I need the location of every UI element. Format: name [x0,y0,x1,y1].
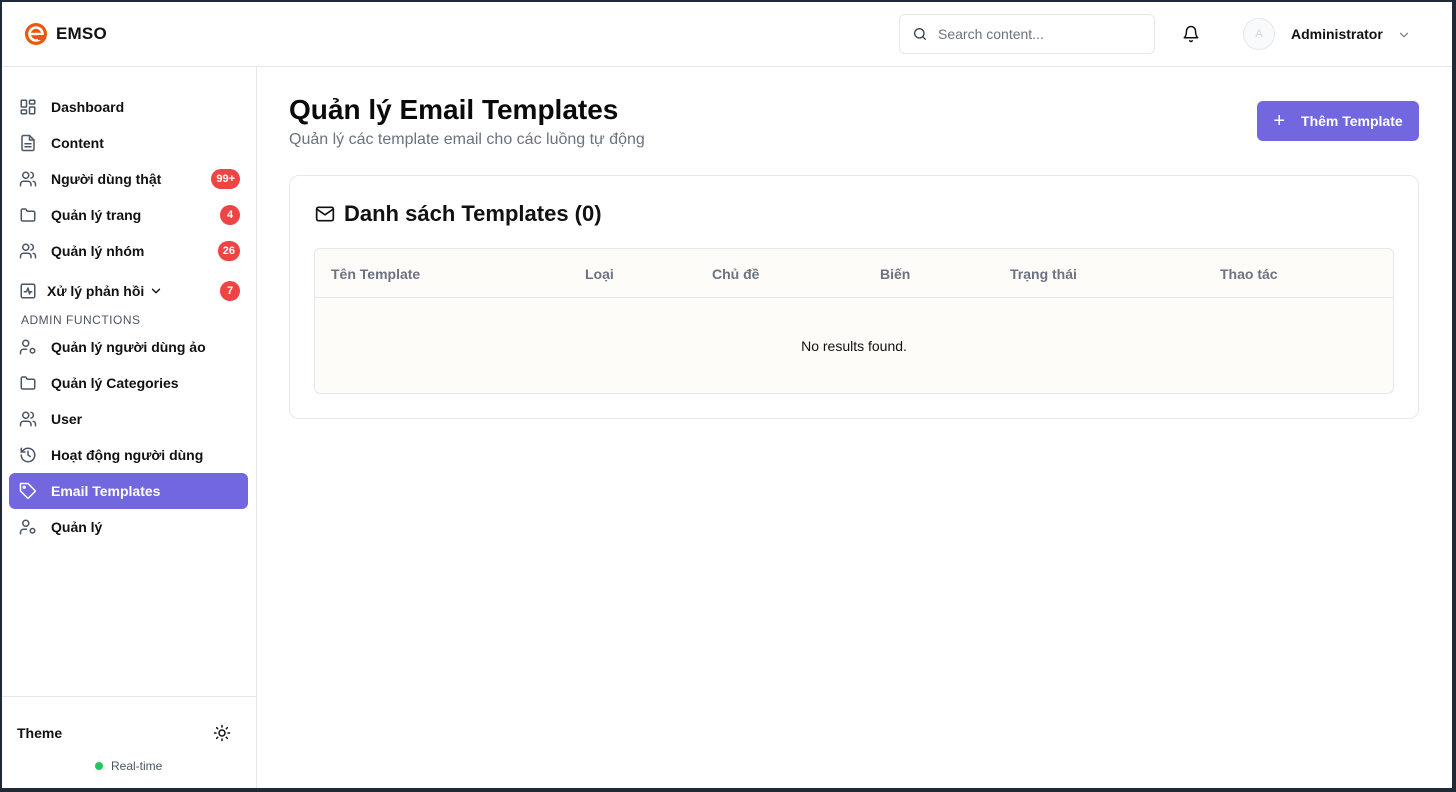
sidebar-item-user[interactable]: User [9,401,248,437]
user-cog-icon [19,519,36,535]
add-template-label: Thêm Template [1301,113,1403,129]
column-header-name[interactable]: Tên Template [331,266,420,282]
sidebar-item-label: Hoạt động người dùng [51,447,204,463]
column-header-subject[interactable]: Chủ đề [712,266,759,282]
column-header-type[interactable]: Loại [585,266,614,282]
templates-table: Tên Template Loại Chủ đề Biến Trạng thái… [314,248,1394,394]
file-text-icon [21,134,35,152]
column-header-actions[interactable]: Thao tác [1220,266,1278,282]
tag-icon [19,482,36,499]
sidebar-item-groups[interactable]: Quản lý nhóm 26 [9,233,248,269]
empty-state: No results found. [801,338,907,354]
user-name[interactable]: Administrator [1291,26,1383,42]
sun-icon[interactable] [213,724,231,742]
top-header: EMSO A Administrator [2,2,1452,67]
grid-icon [20,99,36,115]
history-icon [20,447,36,463]
count-badge: 4 [220,205,240,225]
sidebar-item-real-users[interactable]: Người dùng thật 99+ [9,161,248,197]
count-badge: 7 [220,281,240,301]
sidebar-item-label: Người dùng thật [51,171,162,187]
sidebar: Dashboard Content Người dùng thật 99+ Qu… [2,67,257,788]
app-window: EMSO A Administrator Dashboard [2,2,1452,788]
chevron-down-icon[interactable] [149,284,163,298]
sidebar-item-label: Quản lý trang [51,207,142,223]
avatar-letter: A [1255,28,1263,40]
sidebar-item-label: Dashboard [51,99,125,115]
users-icon [19,243,37,259]
sidebar-item-feedback[interactable]: Xử lý phản hồi 7 [9,273,248,309]
column-header-status[interactable]: Trạng thái [1010,266,1077,282]
sidebar-item-label: Quản lý người dùng ảo [51,339,206,355]
sidebar-item-user-activity[interactable]: Hoạt động người dùng [9,437,248,473]
realtime-status: Real-time [95,759,162,773]
status-dot [95,762,103,770]
sidebar-item-label: User [51,411,83,427]
add-template-button[interactable]: + Thêm Template [1257,101,1419,141]
count-badge: 99+ [211,169,240,189]
emso-logo-icon [25,23,47,45]
sidebar-footer: Theme Real-time [2,696,257,788]
realtime-label: Real-time [111,759,163,773]
sidebar-item-management[interactable]: Quản lý [9,509,248,545]
sidebar-item-pages[interactable]: Quản lý trang 4 [9,197,248,233]
sidebar-item-content[interactable]: Content [9,125,248,161]
card-header: Danh sách Templates (0) [315,201,602,227]
mail-icon [315,206,335,222]
sidebar-item-virtual-users[interactable]: Quản lý người dùng ảo [9,329,248,365]
sidebar-item-label: Xử lý phản hồi [47,283,145,299]
sidebar-item-label: Quản lý [51,519,103,535]
sidebar-item-label: Quản lý nhóm [51,243,145,259]
brand-name: EMSO [56,24,107,43]
page-title: Quản lý Email Templates [289,94,619,125]
sidebar-item-categories[interactable]: Quản lý Categories [9,365,248,401]
folder-icon [20,376,36,390]
column-header-variables[interactable]: Biến [880,266,910,282]
bell-icon[interactable] [1182,25,1200,43]
sidebar-item-email-templates[interactable]: Email Templates [9,473,248,509]
sidebar-item-label: Content [51,135,104,151]
sidebar-item-label: Quản lý Categories [51,375,179,391]
page-subtitle: Quản lý các template email cho các luồng… [289,131,645,148]
activity-icon [20,283,36,299]
card-title: Danh sách Templates (0) [344,201,602,226]
theme-label: Theme [17,725,63,741]
user-cog-icon [19,339,36,355]
count-badge: 26 [217,241,240,261]
users-icon [19,171,37,187]
table-header: Tên Template Loại Chủ đề Biến Trạng thái… [315,249,1393,298]
search-input[interactable] [938,26,1128,42]
search-icon [914,28,926,40]
avatar[interactable]: A [1243,18,1275,50]
brand-logo[interactable]: EMSO [24,22,107,46]
plus-icon: + [1273,110,1286,132]
users-icon [19,411,37,427]
templates-card: Danh sách Templates (0) Tên Template Loạ… [289,175,1419,419]
folder-icon [20,208,36,222]
sidebar-item-dashboard[interactable]: Dashboard [9,89,248,125]
section-label: ADMIN FUNCTIONS [21,313,141,327]
sidebar-item-label: Email Templates [51,483,161,499]
search-box[interactable] [899,14,1155,54]
chevron-down-icon[interactable] [1397,28,1411,42]
